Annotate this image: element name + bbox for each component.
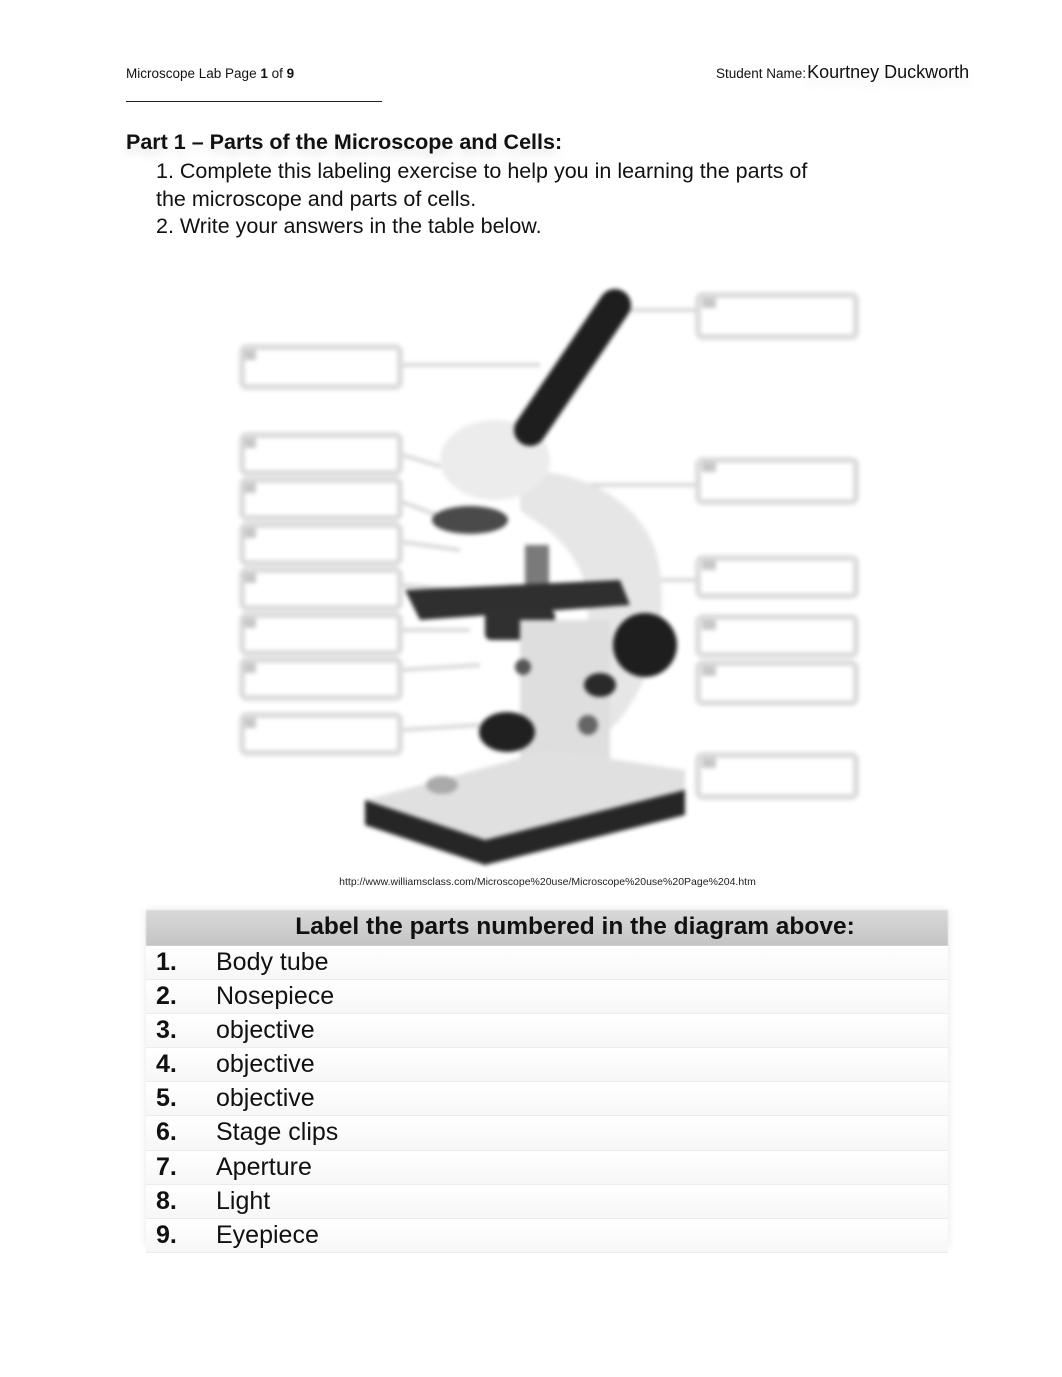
image-source-url[interactable]: http://www.williamsclass.com/Microscope%… (0, 876, 1062, 888)
page-current: 1 (260, 66, 268, 81)
table-row: 3. objective (146, 1014, 948, 1049)
row-answer[interactable]: objective (216, 1014, 315, 1047)
header-underline (126, 101, 382, 102)
instructions: 1. Complete this labeling exercise to he… (156, 158, 936, 241)
table-row: 7. Aperture (146, 1150, 948, 1185)
table-row: 9. Eyepiece (146, 1218, 948, 1253)
row-answer[interactable]: Body tube (216, 946, 329, 979)
row-answer[interactable]: objective (216, 1082, 315, 1115)
label-boxes-left (239, 344, 403, 756)
instruction-line: the microscope and parts of cells. (156, 186, 477, 211)
microscope-diagram (239, 289, 859, 865)
student-name-value[interactable]: Kourtney Duckworth (807, 62, 969, 82)
row-number: 8. (156, 1186, 177, 1215)
table-row: 2. Nosepiece (146, 980, 948, 1015)
answers-table-title: Label the parts numbered in the diagram … (295, 913, 855, 940)
answers-rows: 1. Body tube 2. Nosepiece 3. objective 4… (146, 946, 948, 1253)
row-number: 7. (156, 1152, 177, 1181)
row-answer[interactable]: Nosepiece (216, 980, 334, 1013)
instruction-line: 1. Complete this labeling exercise to he… (156, 159, 808, 183)
row-answer[interactable]: objective (216, 1048, 315, 1081)
table-row: 5. objective (146, 1082, 948, 1117)
row-number: 1. (156, 948, 177, 976)
row-number: 3. (156, 1016, 177, 1045)
doc-title: Microscope Lab Page (126, 66, 261, 81)
table-row: 1. Body tube (146, 946, 948, 981)
instruction-line: 2. Write your answers in the table below… (156, 214, 542, 238)
row-answer[interactable]: Stage clips (216, 1116, 338, 1149)
row-number: 4. (156, 1050, 177, 1079)
answers-table: Label the parts numbered in the diagram … (146, 910, 948, 1253)
page-separator: of (267, 66, 287, 81)
table-row: 6. Stage clips (146, 1116, 948, 1151)
table-row: 8. Light (146, 1184, 948, 1219)
row-number: 5. (156, 1084, 177, 1113)
label-boxes-right (695, 292, 859, 800)
table-row: 4. objective (146, 1048, 948, 1083)
student-name-label: Student Name: (716, 66, 807, 81)
row-answer[interactable]: Eyepiece (216, 1219, 319, 1252)
row-answer[interactable]: Aperture (216, 1151, 312, 1184)
row-number: 9. (156, 1220, 177, 1249)
row-answer[interactable]: Light (216, 1185, 270, 1218)
page-header-title: Microscope Lab Page 1 of 9 (126, 66, 294, 81)
page-total: 9 (286, 66, 295, 81)
row-number: 2. (156, 982, 177, 1011)
part-title: Part 1 – Parts of the Microscope and Cel… (126, 130, 563, 154)
student-name-field: Student Name:Kourtney Duckworth (716, 62, 969, 83)
row-number: 6. (156, 1118, 177, 1147)
